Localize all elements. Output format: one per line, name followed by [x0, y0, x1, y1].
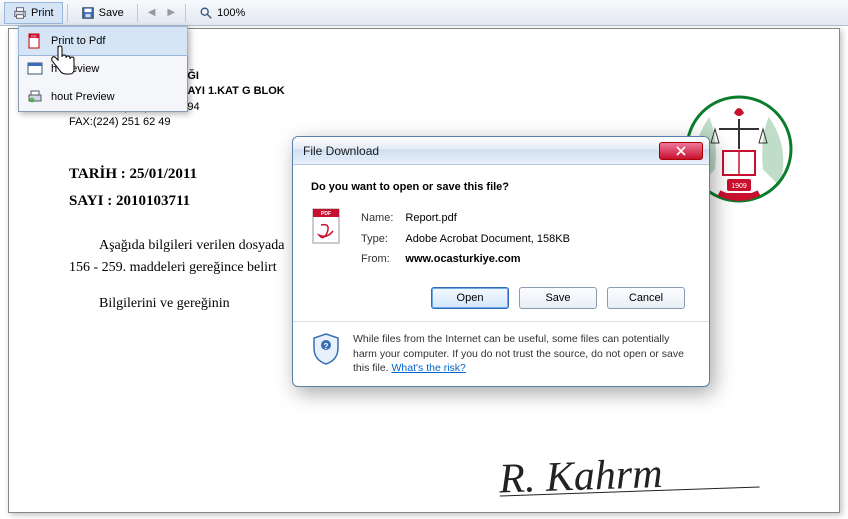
nav-prev[interactable]: ◀: [142, 4, 162, 21]
menu-item-label: hout Preview: [51, 91, 115, 103]
dialog-info: PDF Name:Report.pdf Type:Adobe Acrobat D…: [311, 207, 691, 271]
print-dropdown: PDF Print to Pdf h Preview hout Preview: [18, 26, 188, 112]
separator: [185, 4, 186, 22]
menu-print-to-pdf[interactable]: PDF Print to Pdf: [18, 26, 188, 56]
dialog-body: Do you want to open or save this file? P…: [293, 165, 709, 386]
floppy-icon: [81, 6, 95, 20]
close-button[interactable]: [659, 142, 703, 160]
svg-text:?: ?: [324, 342, 329, 351]
menu-without-preview[interactable]: hout Preview: [19, 83, 187, 111]
meta-name-label: Name:: [361, 209, 403, 228]
svg-text:1909: 1909: [731, 183, 747, 190]
file-metadata: Name:Report.pdf Type:Adobe Acrobat Docum…: [359, 207, 572, 271]
printer-small-icon: [27, 89, 43, 105]
magnifier-icon: [199, 6, 213, 20]
print-label: Print: [31, 7, 54, 19]
save-button[interactable]: Save: [72, 2, 133, 24]
nav-next[interactable]: ▶: [161, 4, 181, 21]
cancel-button[interactable]: Cancel: [607, 287, 685, 309]
menu-item-label: h Preview: [51, 63, 99, 75]
window-icon: [27, 61, 43, 77]
dialog-buttons: Open Save Cancel: [311, 287, 691, 309]
open-button[interactable]: Open: [431, 287, 509, 309]
svg-text:PDF: PDF: [321, 211, 331, 217]
pdf-small-icon: PDF: [27, 33, 43, 49]
separator: [67, 4, 68, 22]
zoom-control[interactable]: 100%: [190, 2, 254, 24]
whats-the-risk-link[interactable]: What's the risk?: [392, 362, 466, 374]
meta-name-value: Report.pdf: [405, 209, 570, 228]
meta-from-value: www.ocasturkiye.com: [405, 250, 570, 269]
menu-with-preview[interactable]: h Preview: [19, 55, 187, 83]
dialog-titlebar[interactable]: File Download: [293, 137, 709, 165]
shield-icon: ?: [311, 332, 341, 366]
toolbar: Print Save ◀ ▶ 100%: [0, 0, 848, 26]
save-file-button[interactable]: Save: [519, 287, 597, 309]
menu-item-label: Print to Pdf: [51, 35, 105, 47]
signature-text: R. Kahrm: [498, 451, 663, 503]
meta-type-label: Type:: [361, 230, 403, 249]
meta-type-value: Adobe Acrobat Document, 158KB: [405, 230, 570, 249]
dialog-question: Do you want to open or save this file?: [311, 181, 691, 193]
doc-fax: FAX:(224) 251 62 49: [69, 115, 779, 130]
separator: [137, 4, 138, 22]
file-download-dialog: File Download Do you want to open or sav…: [292, 136, 710, 387]
dialog-separator: [293, 321, 709, 322]
save-label: Save: [99, 7, 124, 19]
printer-icon: [13, 6, 27, 20]
pdf-file-icon: PDF: [311, 207, 345, 247]
meta-from-label: From:: [361, 250, 403, 269]
close-icon: [676, 146, 686, 156]
dialog-warning: ? While files from the Internet can be u…: [311, 332, 691, 376]
warning-text-block: While files from the Internet can be use…: [353, 332, 691, 376]
svg-text:PDF: PDF: [31, 35, 37, 39]
zoom-label: 100%: [217, 7, 245, 19]
dialog-title: File Download: [303, 144, 659, 158]
signature: R. Kahrm: [498, 446, 759, 496]
print-button[interactable]: Print: [4, 2, 63, 24]
